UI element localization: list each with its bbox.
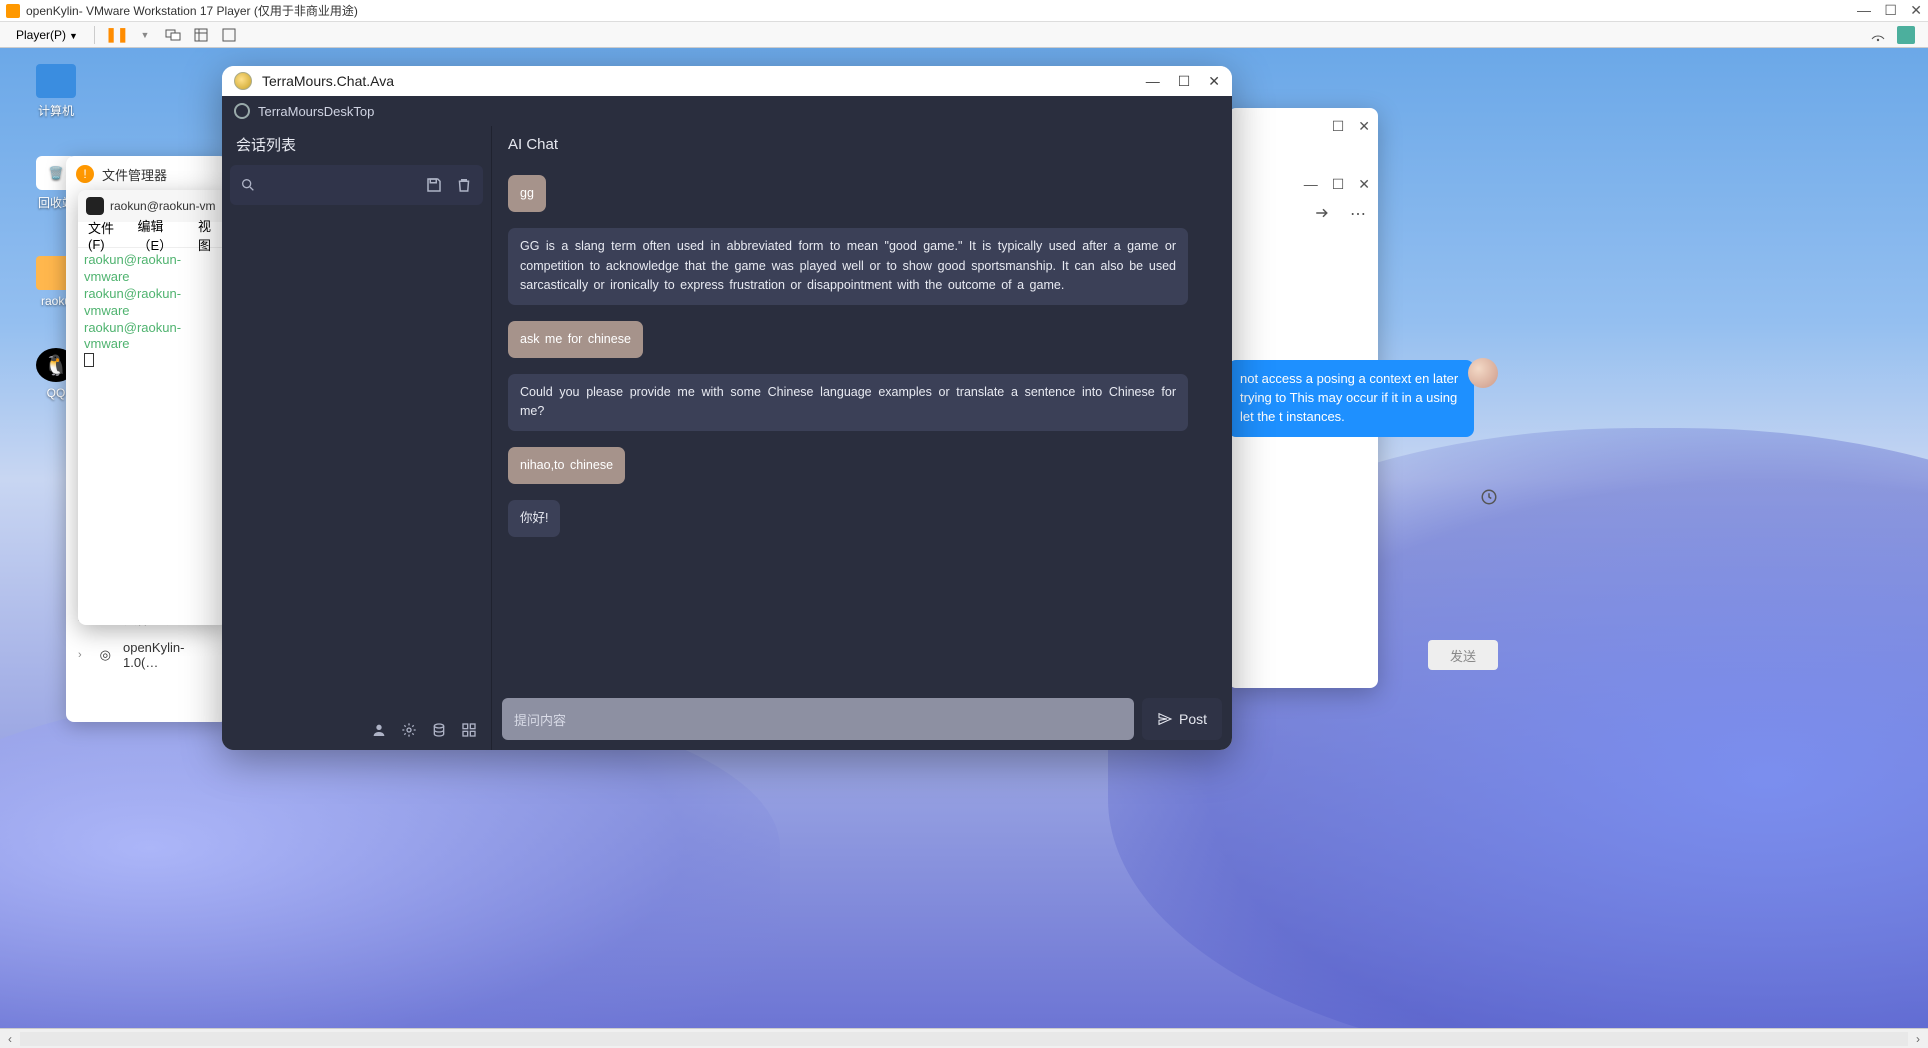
- vmware-toolbar: Player(P)▼ ❚❚ ▼: [0, 22, 1928, 48]
- vmware-tools-icon[interactable]: [1897, 26, 1915, 44]
- app-icon: [234, 72, 252, 90]
- sidebar-toolbar: [230, 165, 483, 205]
- terramours-subtitle: TerraMoursDeskTop: [258, 104, 374, 119]
- sidebar-title: 会话列表: [222, 126, 491, 161]
- toolbar-divider: [94, 26, 95, 44]
- player-menu[interactable]: Player(P)▼: [8, 26, 86, 44]
- database-icon[interactable]: [431, 722, 447, 738]
- disc-icon: ◎: [98, 647, 113, 663]
- terminal-menu-view[interactable]: 视图: [198, 216, 218, 254]
- minimize-button[interactable]: —: [1146, 73, 1160, 90]
- bg-chat-maximize-button[interactable]: ☐: [1332, 176, 1345, 193]
- avatar: [1468, 358, 1498, 388]
- bg-chat-maximize-button[interactable]: ☐: [1332, 118, 1345, 135]
- scroll-left-arrow[interactable]: ‹: [0, 1032, 20, 1046]
- chat-message-ai: Could you please provide me with some Ch…: [508, 374, 1188, 431]
- bg-chat-window-buttons: ☐ ✕: [1332, 118, 1370, 135]
- bg-chat-message: not access a posing a context en later t…: [1228, 360, 1474, 437]
- vmware-minimize-button[interactable]: —: [1857, 2, 1871, 18]
- terminal-menu-edit[interactable]: 编辑（E）: [137, 216, 184, 254]
- terramours-body: 会话列表: [222, 126, 1232, 750]
- chat-input[interactable]: 提问内容: [502, 698, 1134, 740]
- sidebar-bottom-bar: [222, 710, 491, 750]
- network-icon[interactable]: [1869, 26, 1887, 44]
- warning-icon: !: [76, 165, 94, 183]
- scroll-track[interactable]: [20, 1032, 1908, 1046]
- terminal-menu-bar: 文件 (F) 编辑（E） 视图: [78, 222, 228, 248]
- desktop-icon-label: 计算机: [26, 102, 86, 119]
- bg-chat-close-button[interactable]: ✕: [1358, 118, 1370, 135]
- forward-icon[interactable]: [1314, 204, 1332, 224]
- post-button-label: Post: [1179, 711, 1207, 727]
- sidebar: 会话列表: [222, 126, 492, 750]
- vmware-title-text: openKylin- VMware Workstation 17 Player …: [26, 2, 358, 19]
- send-icon: [1157, 711, 1173, 727]
- terminal-menu-file[interactable]: 文件 (F): [88, 218, 123, 252]
- chat-title: AI Chat: [492, 126, 1232, 161]
- monitor-icon: [36, 64, 76, 98]
- send-ctrl-alt-del-icon[interactable]: [164, 26, 182, 44]
- fullscreen-icon[interactable]: [192, 26, 210, 44]
- history-icon[interactable]: [1480, 488, 1498, 506]
- file-tree-label: openKylin-1.0(…: [123, 640, 216, 670]
- close-button[interactable]: ✕: [1208, 73, 1220, 90]
- search-icon[interactable]: [240, 177, 256, 193]
- pause-icon[interactable]: ❚❚: [108, 26, 126, 44]
- terminal-prompt-line: raokun@raokun-vmware: [84, 286, 222, 320]
- app-sub-icon: [234, 103, 250, 119]
- save-icon[interactable]: [425, 176, 443, 194]
- vmware-app-icon: [6, 4, 20, 18]
- bg-chat-inner-buttons: — ☐ ✕: [1304, 176, 1370, 193]
- vmware-window-buttons: — ☐ ✕: [1847, 2, 1922, 19]
- terminal-prompt-line: raokun@raokun-vmware: [84, 252, 222, 286]
- terramours-window[interactable]: TerraMours.Chat.Ava — ☐ ✕ TerraMoursDesk…: [222, 66, 1232, 750]
- vmware-close-button[interactable]: ✕: [1910, 2, 1922, 18]
- trash-icon[interactable]: [455, 176, 473, 194]
- desktop-icon-computer[interactable]: 计算机: [26, 64, 86, 119]
- chat-message-user: nihao,to chinese: [508, 447, 625, 484]
- terramours-window-buttons: — ☐ ✕: [1146, 73, 1220, 90]
- terminal-icon: [86, 197, 104, 215]
- grid-icon[interactable]: [461, 722, 477, 738]
- bg-chat-actions: ⋯: [1314, 204, 1366, 224]
- scroll-right-arrow[interactable]: ›: [1908, 1032, 1928, 1046]
- terminal-prompt-line: raokun@raokun-vmware: [84, 320, 222, 354]
- host-horizontal-scrollbar[interactable]: ‹ ›: [0, 1028, 1928, 1048]
- post-button[interactable]: Post: [1142, 698, 1222, 740]
- file-tree-item-openkylin[interactable]: › ◎ openKylin-1.0(…: [66, 634, 228, 676]
- chat-message-ai: GG is a slang term often used in abbrevi…: [508, 228, 1188, 304]
- bg-chat-close-button[interactable]: ✕: [1358, 176, 1370, 193]
- user-icon[interactable]: [371, 722, 387, 738]
- vmware-maximize-button[interactable]: ☐: [1884, 2, 1897, 18]
- bg-chat-minimize-button[interactable]: —: [1304, 176, 1318, 193]
- more-icon[interactable]: ⋯: [1350, 204, 1366, 224]
- terminal-title-text: raokun@raokun-vm: [110, 199, 216, 213]
- maximize-button[interactable]: ☐: [1178, 73, 1191, 90]
- guest-desktop[interactable]: 计算机 🗑️ 回收站 raoku 🐧 QQ ! 文件管理器 › ⊟ 数据盘 › …: [0, 48, 1928, 1028]
- file-manager-title-text: 文件管理器: [102, 165, 167, 184]
- file-manager-title: ! 文件管理器: [66, 156, 228, 192]
- terminal-cursor: [84, 353, 94, 367]
- chat-input-placeholder: 提问内容: [514, 710, 566, 729]
- chat-message-user: ask me for chinese: [508, 321, 643, 358]
- terramours-inner: TerraMoursDeskTop 会话列表: [222, 96, 1232, 750]
- bg-chat-send-button[interactable]: 发送: [1428, 640, 1498, 670]
- chat-input-bar: 提问内容 Post: [502, 698, 1222, 740]
- terminal-body[interactable]: raokun@raokun-vmware raokun@raokun-vmwar…: [78, 248, 228, 377]
- terminal-window[interactable]: raokun@raokun-vm 文件 (F) 编辑（E） 视图 raokun@…: [78, 190, 228, 625]
- background-chat-window[interactable]: ☐ ✕ — ☐ ✕ ⋯ not access a posing a contex…: [1228, 108, 1378, 688]
- terramours-subheader: TerraMoursDeskTop: [222, 96, 1232, 126]
- chevron-right-icon: ›: [78, 649, 88, 661]
- gear-icon[interactable]: [401, 722, 417, 738]
- dropdown-caret-icon[interactable]: ▼: [136, 26, 154, 44]
- terramours-title-text: TerraMours.Chat.Ava: [262, 73, 394, 89]
- chat-panel: AI Chat gg GG is a slang term often used…: [492, 126, 1232, 750]
- unity-icon[interactable]: [220, 26, 238, 44]
- terramours-title-bar[interactable]: TerraMours.Chat.Ava — ☐ ✕: [222, 66, 1232, 96]
- vmware-title-bar: openKylin- VMware Workstation 17 Player …: [0, 0, 1928, 22]
- chat-message-ai: 你好!: [508, 500, 560, 537]
- bg-chat-send-label: 发送: [1450, 646, 1476, 665]
- chat-thread[interactable]: gg GG is a slang term often used in abbr…: [492, 161, 1232, 692]
- chat-message-user: gg: [508, 175, 546, 212]
